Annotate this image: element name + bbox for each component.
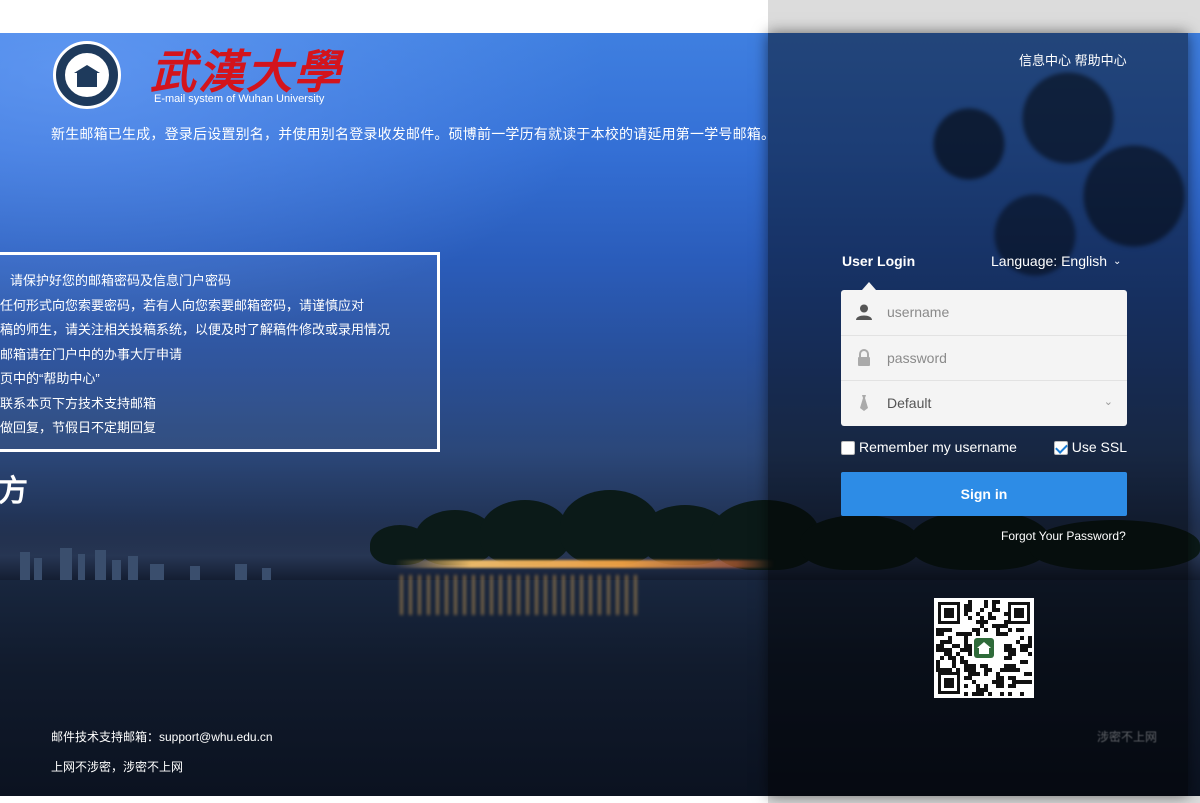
help-center-link[interactable]: 帮助中心 [1075,53,1127,68]
password-row [841,335,1127,379]
login-tab-indicator [862,282,876,290]
ssl-label: Use SSL [1071,439,1127,455]
login-page: 武漢大學 E-mail system of Wuhan University 新… [0,0,1200,803]
tip-item: 做回复，节假日不定期回复 [0,420,157,435]
support-email: 邮件技术支持邮箱：support@whu.edu.cn [51,730,273,744]
forgot-password-link[interactable]: Forgot Your Password? [1001,529,1126,543]
top-links: 信息中心 帮助中心 [1019,50,1127,69]
chevron-down-icon: ⌄ [1113,255,1122,267]
tip-item: 请保护好您的邮箱密码及信息门户密码 [10,273,232,288]
remember-username-option[interactable]: Remember my username [841,439,1017,455]
use-ssl-option[interactable]: Use SSL [1053,439,1127,455]
domain-select[interactable]: Default [887,395,1107,411]
tie-icon [841,394,887,412]
login-form: Default ⌄ [841,290,1127,426]
password-input[interactable] [887,349,1107,366]
shore-lights [395,560,775,568]
watermark-text: 涉密不上网 [1097,730,1158,744]
qr-code-icon [934,598,1034,698]
login-title: User Login [842,253,916,269]
tip-item: 联系本页下方技术支持邮箱 [0,395,157,411]
university-seal-icon [53,41,121,109]
remember-label: Remember my username [859,439,1017,455]
notice-text: 新生邮箱已生成，登录后设置别名，并使用别名登录收发邮件。硕博前一学历有就读于本校… [51,126,776,142]
university-subtitle: E-mail system of Wuhan University [154,93,325,105]
remember-checkbox[interactable] [841,441,855,455]
tip-item: 稿的师生，请关注相关投稿系统，以便及时了解稿件修改或录用情况 [0,322,391,337]
language-label: Language: English [991,253,1107,269]
tips-list: 请保护好您的邮箱密码及信息门户密码 任何形式向您索要密码，若有人向您索要邮箱密码… [0,270,440,442]
light-reflection [400,575,640,615]
tip-item: 页中的“帮助中心” [0,371,100,386]
tip-item: 任何形式向您索要密码，若有人向您索要邮箱密码，请谨慎应对 [0,297,365,313]
tip-item: 邮箱请在门户中的办事大厅申请 [0,346,183,362]
sign-in-button[interactable]: Sign in [841,472,1127,516]
slide-heading-fragment: 方 [0,475,28,508]
security-motto: 上网不涉密，涉密不上网 [51,760,184,774]
chevron-down-icon: ⌄ [1103,396,1113,408]
username-input[interactable] [887,304,1107,320]
ssl-checkbox[interactable] [1053,441,1068,455]
domain-row[interactable]: Default ⌄ [841,380,1127,424]
language-selector[interactable]: Language: English ⌄ [991,253,1121,269]
username-row [841,290,1127,334]
info-center-link[interactable]: 信息中心 [1019,53,1071,68]
login-options: Remember my username Use SSL [841,439,1127,457]
user-icon [841,303,887,321]
lock-icon [841,348,887,367]
